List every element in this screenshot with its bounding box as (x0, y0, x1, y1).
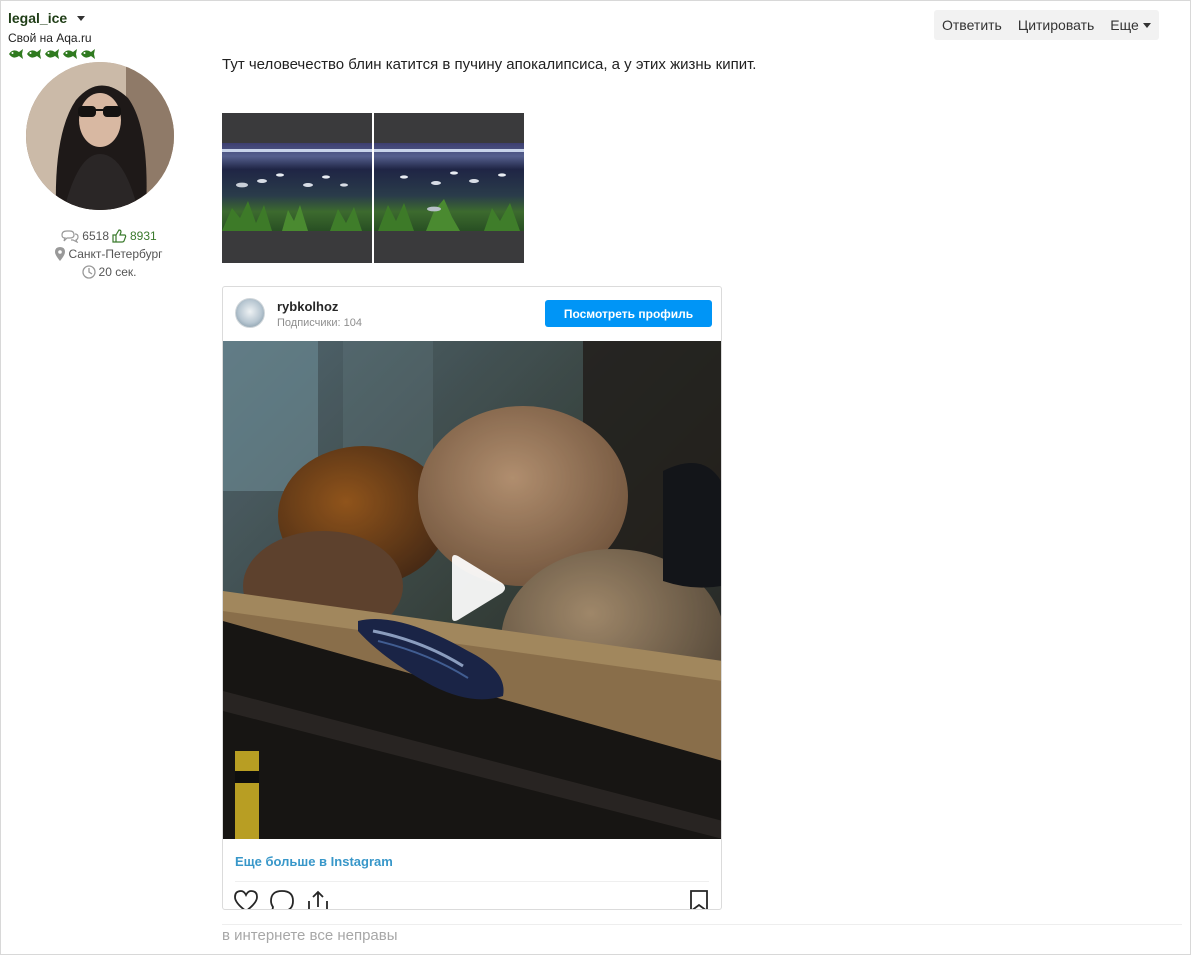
user-signature: в интернете все неправы (222, 927, 398, 944)
heart-icon[interactable] (233, 889, 259, 910)
fish-icon (63, 49, 77, 59)
play-icon[interactable] (444, 553, 508, 623)
attached-image-thumbnail[interactable] (374, 113, 524, 263)
fish-icon (45, 49, 59, 59)
fish-icon (9, 49, 23, 59)
author-like-count: 8931 (130, 229, 157, 243)
signature-divider (222, 924, 1182, 925)
bookmark-icon[interactable] (689, 889, 709, 910)
divider (235, 881, 709, 882)
rank-fish-icons (8, 48, 218, 60)
fish-icon (81, 49, 95, 59)
instagram-header: rybkolhoz Подписчики: 104 Посмотреть про… (223, 287, 721, 341)
aquarium-photo (374, 149, 524, 231)
quote-button[interactable]: Цитировать (1010, 10, 1102, 40)
author-last-seen: 20 сек. (98, 265, 137, 279)
author-location: Санкт-Петербург (68, 247, 163, 261)
author-post-count: 6518 (82, 229, 109, 243)
instagram-avatar[interactable] (235, 298, 265, 328)
author-rank: Свой на Aqa.ru (8, 31, 92, 45)
author-panel: legal_ice Свой на Aqa.ru (8, 10, 218, 60)
instagram-more-link[interactable]: Еще больше в Instagram (235, 854, 393, 869)
reply-button[interactable]: Ответить (934, 10, 1010, 40)
chevron-down-icon (1142, 22, 1151, 28)
author-name-dropdown[interactable]: legal_ice (8, 10, 86, 26)
instagram-actions (233, 889, 331, 910)
avatar[interactable] (26, 62, 174, 210)
attached-image-thumbnail[interactable] (222, 113, 372, 263)
aquarium-photo (222, 149, 372, 231)
clock-icon (81, 265, 96, 279)
post-text: Тут человечество блин катится в пучину а… (222, 56, 757, 73)
instagram-username[interactable]: rybkolhoz (277, 299, 338, 314)
comment-icon[interactable] (269, 889, 295, 910)
post-actions: Ответить Цитировать Еще (934, 10, 1159, 40)
author-name[interactable]: legal_ice (8, 10, 67, 26)
map-pin-icon (55, 247, 66, 261)
instagram-followers: Подписчики: 104 (277, 317, 362, 329)
instagram-embed: rybkolhoz Подписчики: 104 Посмотреть про… (222, 286, 722, 910)
instagram-video[interactable] (223, 341, 721, 839)
thumbs-up-icon (112, 229, 127, 243)
fish-icon (27, 49, 41, 59)
author-stats: 6518 8931 Санкт-Петербург 20 сек. (0, 227, 218, 281)
share-icon[interactable] (305, 889, 331, 910)
more-button-label: Еще (1110, 17, 1139, 33)
more-button[interactable]: Еще (1102, 10, 1159, 40)
comments-icon (61, 229, 79, 243)
view-profile-button[interactable]: Посмотреть профиль (545, 300, 712, 327)
avatar-photo (26, 62, 174, 210)
attached-images (222, 113, 524, 263)
chevron-down-icon[interactable] (77, 15, 86, 21)
